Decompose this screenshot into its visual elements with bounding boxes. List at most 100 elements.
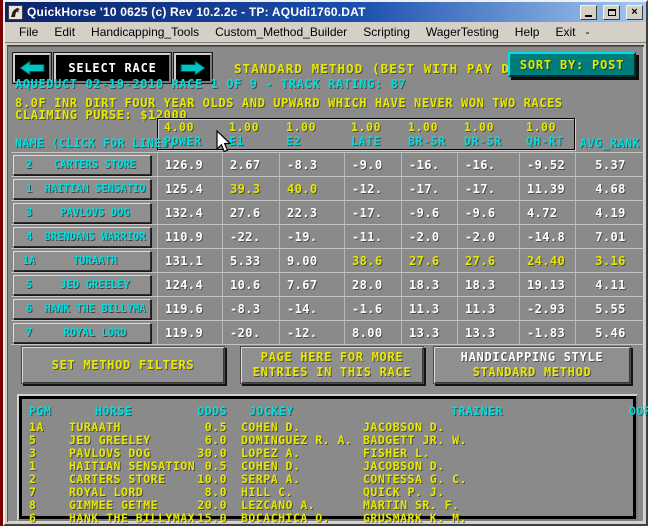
horse-name-button[interactable]: 5JED GREELEY [13, 275, 151, 295]
app-window: QuickHorse '10 0625 (c) Rev 10.2.2c - TP… [3, 0, 648, 526]
menu-help[interactable]: Help [507, 23, 548, 42]
horse-row: 4BRENDANS WARRIOR110.9-22.-19.-11.-2.0-2… [11, 225, 645, 249]
horse-name: HAITIAN SENSATIO [44, 183, 150, 195]
stat-value: -16. [457, 153, 519, 176]
horse-name-cell: 3PAVLOVS DOG [11, 201, 157, 224]
method-label: STANDARD METHOD (BEST WITH PAY DATA) [234, 61, 545, 76]
horse-name-cell: 1HAITIAN SENSATIO [11, 177, 157, 200]
stat-value: -19. [279, 225, 344, 248]
stat-value: 19.13 [519, 273, 575, 296]
post-number: 7 [14, 327, 44, 339]
menu-custom-method-builder[interactable]: Custom_Method_Builder [207, 23, 355, 42]
stat-value: -14. [279, 297, 344, 320]
name-column-header[interactable]: NAME (CLICK FOR LINES) [11, 136, 157, 150]
sort-by-button[interactable]: SORT BY: POST [508, 52, 636, 77]
stat-value: 38.6 [344, 249, 401, 272]
horse-name: PAVLOVS DOG [44, 207, 150, 219]
stat-value: -9.6 [401, 201, 457, 224]
set-method-filters-button[interactable]: SET METHOD FILTERS [21, 346, 225, 384]
stat-value: -1.83 [519, 321, 575, 344]
menu-wagertesting[interactable]: WagerTesting [418, 23, 507, 42]
stat-value: -11. [344, 225, 401, 248]
menu-scripting[interactable]: Scripting [355, 23, 418, 42]
title-bar[interactable]: QuickHorse '10 0625 (c) Rev 10.2.2c - TP… [5, 2, 646, 22]
horse-name-button[interactable]: 1ATURAATH [13, 251, 151, 271]
stat-value: -9.0 [344, 153, 401, 176]
post-number: 3 [14, 207, 44, 219]
menu-file[interactable]: File [11, 23, 46, 42]
post-number: 2 [14, 159, 44, 171]
avg-rank-value: 5.37 [575, 153, 645, 176]
stat-value: 13.3 [457, 321, 519, 344]
maximize-icon [608, 9, 616, 16]
stat-value: 119.9 [157, 321, 222, 344]
menu-handicapping-tools[interactable]: Handicapping_Tools [83, 23, 207, 42]
horse-name-button[interactable]: 4BRENDANS WARRIOR [13, 227, 151, 247]
post-number: 1 [14, 183, 44, 195]
handicap-table-header: NAME (CLICK FOR LINES) 4.00 POWER 1.00 E… [11, 120, 645, 150]
stat-value: 18.3 [457, 273, 519, 296]
column-header-power[interactable]: 4.00 POWER [157, 120, 222, 150]
close-button[interactable]: × [626, 5, 643, 20]
stat-value: 28.0 [344, 273, 401, 296]
horse-row: 5JED GREELEY124.410.67.6728.018.318.319.… [11, 273, 645, 297]
column-header-dr-sr[interactable]: 1.00 DR-SR [457, 120, 519, 150]
stat-value: 9.00 [279, 249, 344, 272]
entries-header-pgm: PGM [29, 405, 69, 418]
entries-panel: PGM HORSE ODDS JOCKEY TRAINER OOF 1ATURA… [17, 394, 638, 521]
horse-row: 1ATURAATH131.15.339.0038.627.627.624.403… [11, 249, 645, 273]
column-header-br-sr[interactable]: 1.00 BR-SR [401, 120, 457, 150]
left-arrow-icon [19, 60, 45, 76]
horse-name-button[interactable]: 6HANK THE BILLYMA [13, 299, 151, 319]
horse-row: 3PAVLOVS DOG132.427.622.3-17.-9.6-9.64.7… [11, 201, 645, 225]
minimize-button[interactable] [580, 5, 597, 20]
horse-name-button[interactable]: 1HAITIAN SENSATIO [13, 179, 151, 199]
horse-name: TURAATH [44, 255, 150, 267]
page-more-entries-button[interactable]: PAGE HERE FOR MORE ENTRIES IN THIS RACE [240, 346, 424, 384]
avg-rank-value: 5.46 [575, 321, 645, 344]
horse-name-cell: 5JED GREELEY [11, 273, 157, 296]
handicapping-style-button[interactable]: HANDICAPPING STYLE STANDARD METHOD [433, 346, 631, 384]
stat-value: -9.6 [457, 201, 519, 224]
menu-exit[interactable]: Exit [547, 23, 583, 42]
stat-value: 27.6 [401, 249, 457, 272]
entry-jockey: BOCACHICA O. [227, 512, 361, 525]
post-number: 6 [14, 303, 44, 315]
stat-value: -17. [344, 201, 401, 224]
entry-pgm: 6 [29, 512, 69, 525]
column-header-qh-rt[interactable]: 1.00 QH-RT [519, 120, 575, 150]
entry-trainer: GRUSMARK K. M. [361, 512, 629, 525]
stat-value: 2.67 [222, 153, 279, 176]
stat-value: -8.3 [222, 297, 279, 320]
horse-name-button[interactable]: 3PAVLOVS DOG [13, 203, 151, 223]
stat-value: 11.39 [519, 177, 575, 200]
horse-name-button[interactable]: 7ROYAL LORD [13, 323, 151, 343]
horse-row: 2CARTERS STORE126.92.67-8.3-9.0-16.-16.-… [11, 153, 645, 177]
avg-rank-value: 7.01 [575, 225, 645, 248]
horse-name-button[interactable]: 2CARTERS STORE [13, 155, 151, 175]
horse-name-cell: 2CARTERS STORE [11, 153, 157, 176]
horse-name-cell: 1ATURAATH [11, 249, 157, 272]
stat-value: -16. [401, 153, 457, 176]
entries-rows: 1ATURAATH0.5COHEN D.JACOBSON D.5JED GREE… [29, 421, 628, 525]
avg-rank-value: 4.19 [575, 201, 645, 224]
maximize-button[interactable] [603, 5, 620, 20]
stat-value: 4.72 [519, 201, 575, 224]
minimize-icon [585, 15, 592, 17]
column-header-e2[interactable]: 1.00 E2 [279, 120, 344, 150]
menu-bar: File Edit Handicapping_Tools Custom_Meth… [5, 22, 646, 43]
entries-header-trainer: TRAINER [361, 405, 629, 418]
column-header-avg-rank[interactable]: AVG_RANK [575, 136, 645, 150]
entries-header-odds: ODDS [185, 405, 227, 418]
horse-name: CARTERS STORE [44, 159, 150, 171]
post-number: 5 [14, 279, 44, 291]
entry-odds: 15.0 [185, 512, 227, 525]
stat-value: 125.4 [157, 177, 222, 200]
stat-value: 131.1 [157, 249, 222, 272]
stat-value: 132.4 [157, 201, 222, 224]
menu-edit[interactable]: Edit [46, 23, 83, 42]
stat-value: -8.3 [279, 153, 344, 176]
stat-value: -9.52 [519, 153, 575, 176]
horse-name: JED GREELEY [44, 279, 150, 291]
column-header-late[interactable]: 1.00 LATE [344, 120, 401, 150]
